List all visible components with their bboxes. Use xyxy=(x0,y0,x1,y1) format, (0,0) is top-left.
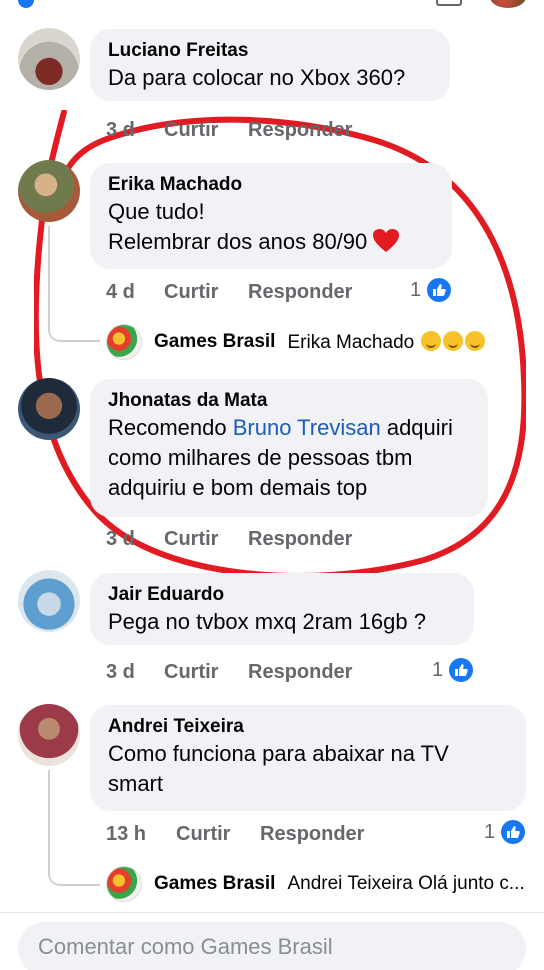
avatar[interactable] xyxy=(18,28,80,90)
comment-time[interactable]: 3 d xyxy=(106,661,164,684)
comment-actions: 3 d Curtir Responder xyxy=(106,528,352,551)
comment-text: Recomendo Bruno Trevisan adquiri como mi… xyxy=(108,415,453,500)
comment-bubble: Erika Machado Que tudo! Relembrar dos an… xyxy=(90,163,452,269)
comment-time[interactable]: 3 d xyxy=(106,119,164,142)
comment-time[interactable]: 3 d xyxy=(106,528,164,551)
comment-author[interactable]: Jair Eduardo xyxy=(108,583,456,607)
page-avatar[interactable] xyxy=(106,324,142,360)
reply-link[interactable]: Responder xyxy=(248,661,352,684)
reply-author[interactable]: Games Brasil xyxy=(154,873,275,895)
comment-bubble: Andrei Teixeira Como funciona para abaix… xyxy=(90,705,526,811)
comment-actions: 13 h Curtir Responder xyxy=(106,823,364,846)
comment-input[interactable]: Comentar como Games Brasil xyxy=(18,922,526,970)
like-link[interactable]: Curtir xyxy=(164,119,248,142)
comment-bubble: Jhonatas da Mata Recomendo Bruno Trevisa… xyxy=(90,379,488,517)
divider xyxy=(0,912,544,913)
like-thumb-icon xyxy=(427,278,452,302)
like-link[interactable]: Curtir xyxy=(176,823,260,846)
reply-link[interactable]: Responder xyxy=(260,823,364,846)
heart-emoji-icon xyxy=(373,229,400,252)
nested-reply: Games Brasil Andrei Teixeira Olá junto c… xyxy=(106,866,525,902)
comment-bubble: Luciano Freitas Da para colocar no Xbox … xyxy=(90,29,450,101)
like-thumb-icon xyxy=(449,658,474,682)
avatar[interactable] xyxy=(18,704,80,766)
reaction-count[interactable]: 1 xyxy=(484,820,526,844)
avatar[interactable] xyxy=(18,378,80,440)
comment-author[interactable]: Erika Machado xyxy=(108,173,434,197)
top-bar xyxy=(0,0,544,12)
comment-actions: 3 d Curtir Responder xyxy=(106,661,352,684)
facebook-icon[interactable] xyxy=(18,0,34,8)
like-count-value: 1 xyxy=(410,278,422,301)
reply-link[interactable]: Responder xyxy=(248,119,352,142)
reply-text[interactable]: Andrei Teixeira Olá junto c... xyxy=(287,873,524,895)
comment-text-line: Relembrar dos anos 80/90 xyxy=(108,227,434,257)
comment-time[interactable]: 13 h xyxy=(106,823,176,846)
comment-actions: 4 d Curtir Responder xyxy=(106,281,352,304)
comment-author[interactable]: Jhonatas da Mata xyxy=(108,389,470,413)
like-link[interactable]: Curtir xyxy=(164,528,248,551)
comment-text: Pega no tvbox mxq 2ram 16gb ? xyxy=(108,609,426,634)
comment-text: Da para colocar no Xbox 360? xyxy=(108,65,406,90)
profile-avatar[interactable] xyxy=(490,0,526,8)
reaction-count[interactable]: 1 xyxy=(432,658,474,682)
comment-text-line: Que tudo! xyxy=(108,199,205,224)
like-count-value: 1 xyxy=(484,820,496,843)
comment-author[interactable]: Luciano Freitas xyxy=(108,39,432,63)
messenger-icon[interactable] xyxy=(436,0,462,6)
like-thumb-icon xyxy=(501,820,526,844)
comment-text: Como funciona para abaixar na TV smart xyxy=(108,741,449,796)
reply-link[interactable]: Responder xyxy=(248,528,352,551)
wink-emoji-icon xyxy=(421,330,442,351)
comment-author[interactable]: Andrei Teixeira xyxy=(108,715,508,739)
like-count-value: 1 xyxy=(432,658,444,681)
wink-emoji-icon xyxy=(465,330,486,351)
reply-text[interactable]: Erika Machado xyxy=(287,330,486,354)
avatar[interactable] xyxy=(18,570,80,632)
reply-link[interactable]: Responder xyxy=(248,281,352,304)
reaction-count[interactable]: 1 xyxy=(410,278,452,302)
mention-link[interactable]: Bruno Trevisan xyxy=(233,415,381,440)
avatar[interactable] xyxy=(18,160,80,222)
comment-time[interactable]: 4 d xyxy=(106,281,164,304)
page-avatar[interactable] xyxy=(106,866,142,902)
comment-bubble: Jair Eduardo Pega no tvbox mxq 2ram 16gb… xyxy=(90,573,474,645)
like-link[interactable]: Curtir xyxy=(164,661,248,684)
wink-emoji-icon xyxy=(443,330,464,351)
reply-author[interactable]: Games Brasil xyxy=(154,331,275,353)
like-link[interactable]: Curtir xyxy=(164,281,248,304)
comment-actions: 3 d Curtir Responder xyxy=(106,119,352,142)
nested-reply: Games Brasil Erika Machado xyxy=(106,324,486,360)
